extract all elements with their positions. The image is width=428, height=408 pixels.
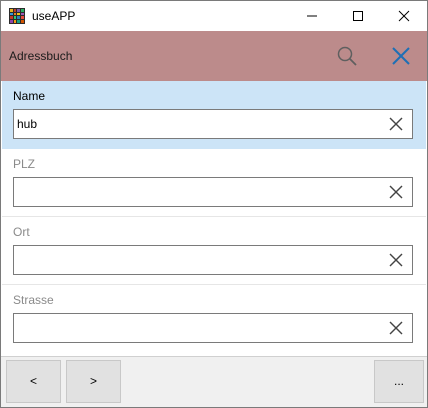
maximize-button[interactable]	[335, 1, 381, 31]
window-close-button[interactable]	[381, 1, 427, 31]
search-icon[interactable]	[335, 44, 359, 68]
plz-input[interactable]	[14, 178, 377, 206]
strasse-field-box	[13, 313, 413, 343]
plz-label: PLZ	[13, 157, 36, 171]
app-grid-icon	[9, 8, 25, 24]
ort-field-box	[13, 245, 413, 275]
name-input[interactable]	[14, 110, 377, 138]
ort-input[interactable]	[14, 246, 377, 274]
clear-icon[interactable]	[388, 320, 404, 336]
name-field-box	[13, 109, 413, 139]
clear-icon[interactable]	[388, 116, 404, 132]
field-group-ort: Ort	[2, 217, 426, 285]
page-title: Adressbuch	[9, 49, 73, 63]
minimize-icon	[307, 15, 317, 17]
maximize-icon	[353, 11, 363, 21]
title-bar[interactable]: useAPP	[1, 1, 427, 31]
more-button[interactable]: ...	[374, 360, 424, 403]
field-group-plz: PLZ	[2, 149, 426, 217]
plz-field-box	[13, 177, 413, 207]
bottom-toolbar: < > ...	[1, 357, 427, 407]
previous-button[interactable]: <	[6, 360, 61, 403]
app-window: useAPP Adressbuch Name hub PLZ Ort Stras…	[0, 0, 428, 408]
name-label: Name	[13, 89, 46, 103]
window-title: useAPP	[32, 9, 76, 23]
field-group-strasse: Strasse	[2, 285, 426, 353]
minimize-button[interactable]	[289, 1, 335, 31]
close-icon[interactable]	[389, 44, 413, 68]
clear-icon[interactable]	[388, 184, 404, 200]
next-button[interactable]: >	[66, 360, 121, 403]
close-icon	[398, 10, 410, 22]
strasse-label: Strasse	[13, 293, 54, 307]
header-bar: Adressbuch	[1, 31, 427, 81]
clear-icon[interactable]	[388, 252, 404, 268]
strasse-input[interactable]	[14, 314, 377, 342]
ort-label: Ort	[13, 225, 30, 239]
field-group-name: Name	[2, 81, 426, 149]
address-form: Name PLZ Ort	[2, 81, 426, 356]
